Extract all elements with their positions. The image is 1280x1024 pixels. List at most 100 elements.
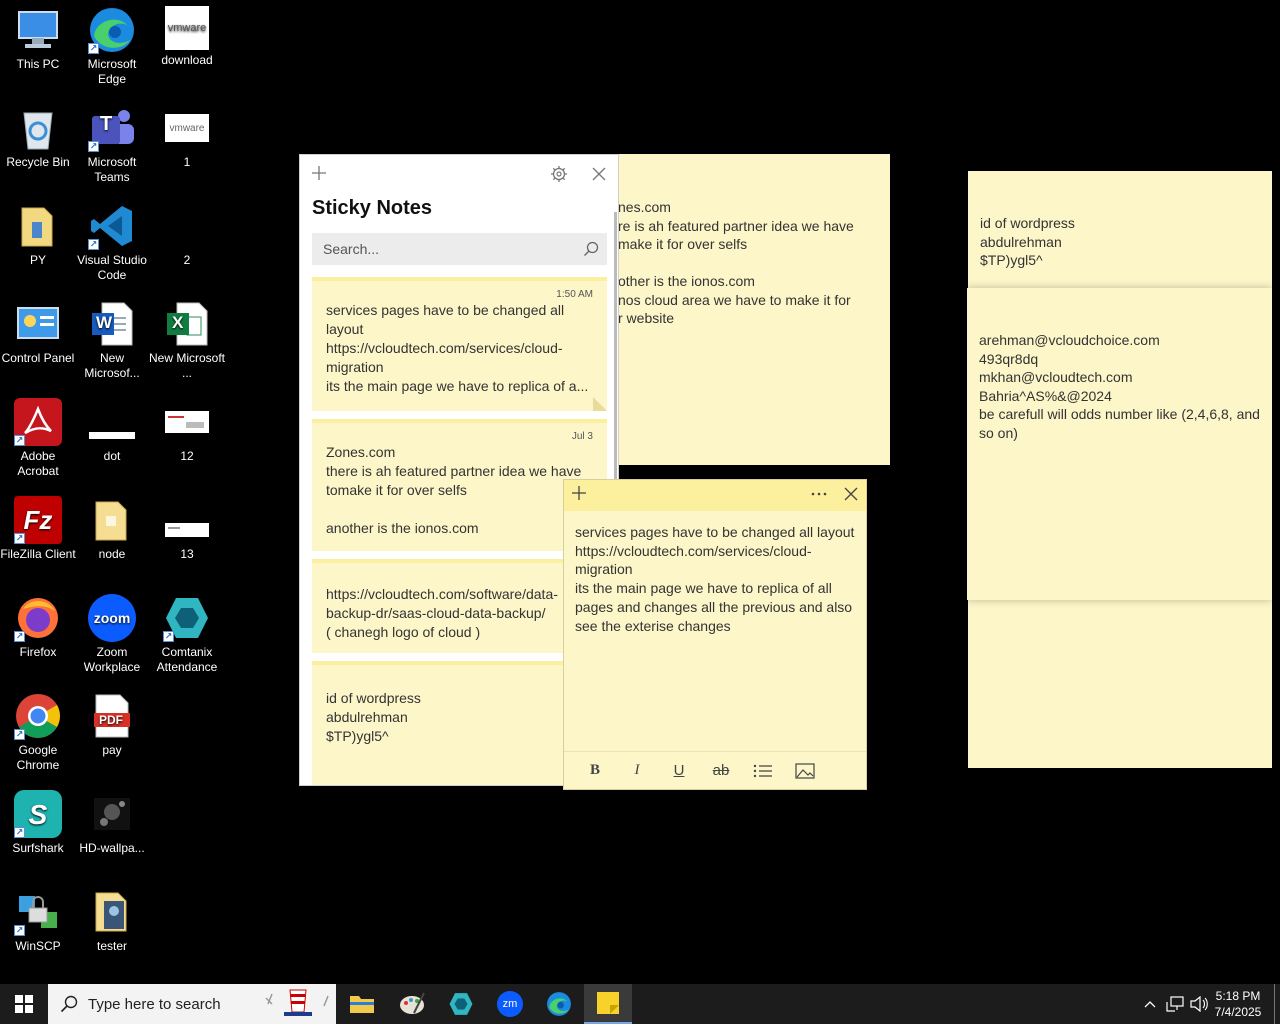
window-title: Sticky Notes — [312, 197, 433, 219]
desktop-icon-microsoft-edge[interactable]: ↗ Microsoft Edge — [74, 6, 150, 87]
folder-icon — [88, 496, 136, 544]
desktop-icon-label: Control Panel — [1, 351, 75, 365]
sticky-note-credentials[interactable]: arehman@vcloudchoice.com 493qr8dq mkhan@… — [967, 288, 1272, 600]
desktop-icon-node[interactable]: node — [74, 496, 150, 562]
taskbar-search[interactable]: Type here to search — [48, 984, 336, 1024]
desktop-icon-label: New Microsof... — [84, 351, 140, 380]
new-note-button[interactable] — [571, 485, 587, 505]
desktop-icon-label: Adobe Acrobat — [17, 449, 59, 478]
desktop-icon-12[interactable]: 12 — [149, 398, 225, 464]
windows-icon — [15, 995, 33, 1013]
desktop-icon-microsoft-teams[interactable]: T ↗ Microsoft Teams — [74, 104, 150, 185]
sticky-notes-icon — [597, 992, 619, 1014]
desktop-icon-control-panel[interactable]: Control Panel — [0, 300, 76, 366]
desktop-icon-hd-wallpaper[interactable]: HD-wallpa... — [74, 790, 150, 856]
desktop-icon-comtanix[interactable]: ↗ Comtanix Attendance — [149, 594, 225, 675]
desktop-icon-label: Microsoft Teams — [87, 155, 137, 184]
zoom-icon: zoom — [88, 594, 136, 642]
bold-button[interactable]: B — [574, 756, 616, 786]
desktop-icon-label: download — [161, 53, 213, 67]
control-panel-icon — [14, 300, 62, 348]
paint-icon — [400, 992, 425, 1014]
sticky-note-active[interactable]: services pages have to be changed all la… — [563, 479, 867, 790]
note-date: Jul 3 — [571, 431, 593, 442]
desktop-icon-excel-doc[interactable]: X New Microsoft ... — [149, 300, 225, 381]
show-desktop-button[interactable] — [1274, 984, 1280, 1024]
sticky-note-zones[interactable]: nes.com re is ah featured partner idea w… — [612, 154, 890, 465]
note-editor[interactable]: services pages have to be changed all la… — [564, 511, 866, 647]
desktop-icon-surfshark[interactable]: S ↗ Surfshark — [0, 790, 76, 856]
desktop-icon-pay[interactable]: PDF pay — [74, 692, 150, 758]
pdf-icon: PDF — [88, 692, 136, 740]
desktop-icon-google-chrome[interactable]: ↗ Google Chrome — [0, 692, 76, 773]
desktop-icon-label: dot — [103, 449, 121, 463]
clock-date: 7/4/2025 — [1214, 1005, 1262, 1019]
taskbar-paint[interactable] — [388, 984, 436, 1024]
taskbar-sticky-notes[interactable] — [584, 984, 632, 1024]
search-icon[interactable] — [583, 241, 599, 257]
strikethrough-button[interactable]: ab — [700, 756, 742, 786]
desktop-icon-py[interactable]: PY — [0, 202, 76, 268]
desktop-icon-label: HD-wallpa... — [79, 841, 145, 855]
image-file-icon — [163, 496, 211, 544]
vmware-logo-text: vmware — [165, 114, 209, 142]
settings-button[interactable] — [549, 165, 569, 185]
desktop-icon-2[interactable]: 2 — [149, 202, 225, 268]
underline-button[interactable]: U — [658, 756, 700, 786]
desktop-icon-filezilla[interactable]: Fz ↗ FileZilla Client — [0, 496, 76, 562]
desktop-icon-firefox[interactable]: ↗ Firefox — [0, 594, 76, 660]
note-header[interactable] — [564, 480, 866, 511]
show-hidden-icons-button[interactable] — [1141, 984, 1159, 1024]
filezilla-logo-text: Fz — [23, 504, 53, 535]
desktop-icon-download[interactable]: vmware download — [149, 6, 225, 68]
image-icon — [795, 762, 815, 779]
start-button[interactable] — [0, 984, 48, 1024]
taskbar-zoom[interactable]: zm — [486, 984, 534, 1024]
desktop-icon-13[interactable]: 13 — [149, 496, 225, 562]
desktop-icon-label: Zoom Workplace — [83, 645, 141, 674]
image-file-icon — [163, 398, 211, 446]
desktop-icon-zoom[interactable]: zoom Zoom Workplace — [74, 594, 150, 675]
edge-icon: ↗ — [88, 6, 136, 54]
surfshark-logo-text: S — [28, 798, 48, 830]
desktop-icon-winscp[interactable]: ↗ WinSCP — [0, 888, 76, 954]
close-button[interactable] — [589, 165, 609, 185]
note-preview: services pages have to be changed all la… — [326, 302, 589, 394]
desktop-icon-recycle-bin[interactable]: Recycle Bin — [0, 104, 76, 170]
insert-image-button[interactable] — [784, 756, 826, 786]
volume-button[interactable] — [1188, 984, 1210, 1024]
taskbar-file-explorer[interactable] — [338, 984, 386, 1024]
taskbar-edge[interactable] — [535, 984, 583, 1024]
desktop-icon-tester[interactable]: tester — [74, 888, 150, 954]
italic-button[interactable]: I — [616, 756, 658, 786]
desktop-icon-label: Surfshark — [12, 841, 64, 855]
folder-icon — [88, 888, 136, 936]
more-options-button[interactable] — [810, 484, 828, 504]
bullets-button[interactable] — [742, 756, 784, 786]
desktop-icon-adobe-acrobat[interactable]: ↗ Adobe Acrobat — [0, 398, 76, 479]
search-input[interactable] — [312, 233, 607, 265]
system-clock[interactable]: 5:18 PM 7/4/2025 — [1208, 988, 1268, 1020]
desktop-icon-dot[interactable]: dot — [74, 398, 150, 464]
zoom-logo-text: zoom — [93, 609, 131, 626]
new-note-button[interactable] — [309, 165, 329, 185]
desktop-icon-label: PY — [29, 253, 46, 267]
desktop-icon-1[interactable]: vmware 1 — [149, 104, 225, 170]
sticky-note-wordpress[interactable]: id of wordpress abdulrehman $TP)ygl5^ — [968, 171, 1272, 301]
sticky-note-blank[interactable] — [968, 600, 1272, 768]
desktop-icon-label: FileZilla Client — [0, 547, 76, 561]
desktop-icon-this-pc[interactable]: This PC — [0, 6, 76, 72]
desktop-icon-label: tester — [96, 939, 127, 953]
close-button[interactable] — [844, 485, 858, 505]
note-preview: Zones.com there is ah featured partner i… — [326, 444, 582, 536]
note-text: nes.com re is ah featured partner idea w… — [618, 199, 854, 326]
note-card[interactable]: 1:50 AM services pages have to be change… — [312, 277, 607, 411]
network-button[interactable] — [1164, 984, 1186, 1024]
word-logo-text: W — [96, 313, 113, 332]
desktop-icon-word-doc[interactable]: W New Microsof... — [74, 300, 150, 381]
desktop-icon-vscode[interactable]: ↗ Visual Studio Code — [74, 202, 150, 283]
teams-icon: T ↗ — [88, 104, 136, 152]
surfshark-icon: S ↗ — [14, 790, 62, 838]
taskbar-comtanix[interactable] — [437, 984, 485, 1024]
folder-icon — [14, 202, 62, 250]
